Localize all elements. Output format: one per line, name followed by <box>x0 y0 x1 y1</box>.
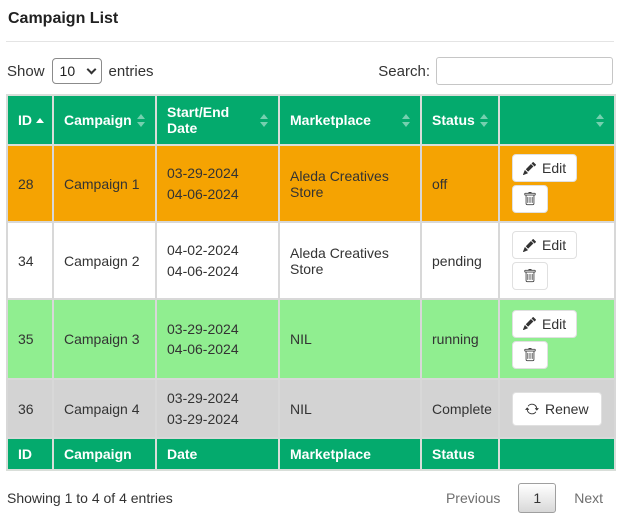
edit-button[interactable]: Edit <box>512 231 577 259</box>
footer-campaign: Campaign <box>53 438 156 470</box>
start-date: 03-29-2024 <box>167 163 268 183</box>
page-title: Campaign List <box>8 10 612 28</box>
column-header-id[interactable]: ID <box>7 95 53 145</box>
cell-campaign: Campaign 3 <box>53 299 156 379</box>
table-controls: Show 10 entries Search: <box>7 57 613 85</box>
pencil-icon <box>523 239 536 252</box>
edit-button-label: Edit <box>542 159 566 177</box>
delete-button[interactable] <box>512 185 548 213</box>
search-input[interactable] <box>436 57 613 85</box>
cell-status: off <box>421 145 499 222</box>
table-row: 35 Campaign 3 03-29-2024 04-06-2024 NIL … <box>7 299 615 379</box>
cell-status: pending <box>421 222 499 299</box>
pagination: Previous 1 Next <box>436 483 613 513</box>
cell-marketplace: Aleda Creatives Store <box>279 222 421 299</box>
sort-both-arrows-icon <box>137 114 145 127</box>
table-row: 34 Campaign 2 04-02-2024 04-06-2024 Aled… <box>7 222 615 299</box>
cell-id: 34 <box>7 222 53 299</box>
cell-dates: 04-02-2024 04-06-2024 <box>156 222 279 299</box>
cell-marketplace: NIL <box>279 379 421 438</box>
pencil-icon <box>523 317 536 330</box>
cell-id: 35 <box>7 299 53 379</box>
footer-id: ID <box>7 438 53 470</box>
end-date: 04-06-2024 <box>167 184 268 204</box>
column-header-status-label: Status <box>432 112 475 128</box>
cell-dates: 03-29-2024 03-29-2024 <box>156 379 279 438</box>
column-header-campaign-label: Campaign <box>64 112 132 128</box>
cell-actions: Edit <box>499 145 615 222</box>
cell-status: Complete <box>421 379 499 438</box>
sort-both-arrows-icon <box>480 114 488 127</box>
column-header-actions[interactable] <box>499 95 615 145</box>
footer-marketplace: Marketplace <box>279 438 421 470</box>
table-footer-row: ID Campaign Date Marketplace Status <box>7 438 615 470</box>
delete-button[interactable] <box>512 262 548 290</box>
column-header-status[interactable]: Status <box>421 95 499 145</box>
end-date: 04-06-2024 <box>167 261 268 281</box>
column-header-date[interactable]: Start/End Date <box>156 95 279 145</box>
search-label: Search: <box>378 63 430 80</box>
cell-campaign: Campaign 4 <box>53 379 156 438</box>
delete-button[interactable] <box>512 341 548 369</box>
renew-button-label: Renew <box>545 400 589 418</box>
page-length-control: Show 10 entries <box>7 58 154 84</box>
entries-label: entries <box>109 63 154 80</box>
column-header-id-label: ID <box>18 112 32 128</box>
current-page-button[interactable]: 1 <box>518 483 556 513</box>
title-divider <box>6 41 614 42</box>
footer-date: Date <box>156 438 279 470</box>
start-date: 04-02-2024 <box>167 240 268 260</box>
next-page-button[interactable]: Next <box>564 483 613 513</box>
search-control: Search: <box>378 57 613 85</box>
cell-status: running <box>421 299 499 379</box>
trash-icon <box>523 192 537 206</box>
cell-actions: Edit <box>499 222 615 299</box>
trash-icon <box>523 269 537 283</box>
sort-both-arrows-icon <box>260 114 268 127</box>
cell-id: 28 <box>7 145 53 222</box>
refresh-icon <box>525 402 539 416</box>
edit-button-label: Edit <box>542 236 566 254</box>
trash-icon <box>523 348 537 362</box>
column-header-marketplace-label: Marketplace <box>290 112 371 128</box>
edit-button-label: Edit <box>542 315 566 333</box>
footer-actions <box>499 438 615 470</box>
entries-select-wrap: 10 <box>52 58 102 84</box>
edit-button[interactable]: Edit <box>512 154 577 182</box>
column-header-campaign[interactable]: Campaign <box>53 95 156 145</box>
cell-marketplace: NIL <box>279 299 421 379</box>
previous-page-button[interactable]: Previous <box>436 483 510 513</box>
table-bottom-bar: Showing 1 to 4 of 4 entries Previous 1 N… <box>7 483 613 513</box>
cell-dates: 03-29-2024 04-06-2024 <box>156 299 279 379</box>
sort-asc-arrow-icon <box>36 118 44 123</box>
sort-both-arrows-icon <box>402 114 410 127</box>
table-header-row: ID Campaign Start/End Date Marketplace <box>7 95 615 145</box>
cell-id: 36 <box>7 379 53 438</box>
renew-button[interactable]: Renew <box>512 392 602 426</box>
cell-actions: Renew <box>499 379 615 438</box>
pencil-icon <box>523 162 536 175</box>
cell-campaign: Campaign 2 <box>53 222 156 299</box>
footer-status: Status <box>421 438 499 470</box>
cell-marketplace: Aleda Creatives Store <box>279 145 421 222</box>
end-date: 03-29-2024 <box>167 409 268 429</box>
entries-select[interactable]: 10 <box>52 58 102 84</box>
table-info: Showing 1 to 4 of 4 entries <box>7 490 173 506</box>
column-header-date-label: Start/End Date <box>167 104 256 136</box>
edit-button[interactable]: Edit <box>512 310 577 338</box>
start-date: 03-29-2024 <box>167 319 268 339</box>
cell-campaign: Campaign 1 <box>53 145 156 222</box>
start-date: 03-29-2024 <box>167 388 268 408</box>
table-row: 36 Campaign 4 03-29-2024 03-29-2024 NIL … <box>7 379 615 438</box>
campaign-table: ID Campaign Start/End Date Marketplace <box>6 94 616 471</box>
sort-both-arrows-icon <box>596 114 604 127</box>
end-date: 04-06-2024 <box>167 339 268 359</box>
show-label: Show <box>7 63 45 80</box>
cell-dates: 03-29-2024 04-06-2024 <box>156 145 279 222</box>
cell-actions: Edit <box>499 299 615 379</box>
column-header-marketplace[interactable]: Marketplace <box>279 95 421 145</box>
table-row: 28 Campaign 1 03-29-2024 04-06-2024 Aled… <box>7 145 615 222</box>
